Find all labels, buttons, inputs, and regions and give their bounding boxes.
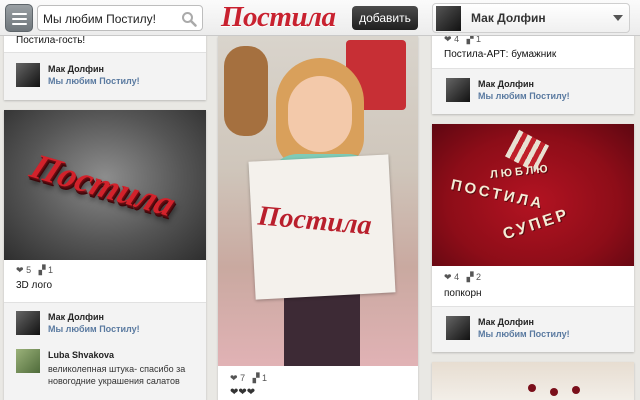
comment: Мак Долфин Мы любим Постилу!: [432, 68, 634, 114]
user-name: Мак Долфин: [471, 11, 546, 25]
pin-image[interactable]: [432, 362, 634, 400]
comment-text: Мы любим Постилу!: [478, 329, 570, 339]
avatar[interactable]: [446, 316, 470, 340]
pin-image[interactable]: Постила: [4, 110, 206, 260]
popcorn-word: ПОСТИЛА: [449, 176, 546, 213]
search-box[interactable]: Мы любим Постилу!: [37, 5, 203, 31]
avatar: [436, 6, 461, 31]
pin-image[interactable]: ЛЮБЛЮ ПОСТИЛА СУПЕР: [432, 124, 634, 266]
pin-stats: ❤ 4 ▞ 2: [444, 272, 481, 283]
pin-caption: Постила-гость!: [16, 35, 86, 46]
repost-icon[interactable]: ▞: [39, 265, 46, 275]
comment-text: Мы любим Постилу!: [478, 91, 570, 101]
comment-text: Мы любим Постилу!: [48, 324, 140, 334]
background-toy: [224, 46, 268, 136]
likes-count: 5: [26, 265, 32, 275]
pin-stats: ❤ 7 ▞ 1: [230, 373, 267, 384]
pin-stats: ❤ 5 ▞ 1: [16, 265, 53, 276]
reposts-count: 1: [48, 265, 54, 275]
comment-author[interactable]: Мак Долфин: [478, 317, 534, 327]
avatar[interactable]: [16, 311, 40, 335]
chevron-down-icon[interactable]: [613, 15, 623, 21]
sign-text: Постила: [256, 200, 373, 242]
comment: Мак Долфин Мы любим Постилу!: [432, 306, 634, 352]
cake-cherry: [528, 384, 536, 392]
paper-sign: Постила: [248, 154, 396, 300]
pin-caption: 3D лого: [16, 280, 53, 291]
reposts-count: 1: [262, 373, 268, 383]
pin-card: ❤ 4 ▞ 1 Постила-АРТ: бумажник Мак Долфин…: [432, 30, 634, 114]
heart-icon[interactable]: ❤: [230, 373, 238, 383]
comment: Мак Долфин Мы любим Постилу! Luba Shvako…: [4, 302, 206, 400]
pin-caption: Постила-АРТ: бумажник: [444, 49, 557, 60]
pin-card: ЛЮБЛЮ ПОСТИЛА СУПЕР ❤ 4 ▞ 2 попкорн Мак …: [432, 124, 634, 352]
repost-icon[interactable]: ▞: [253, 373, 260, 383]
girl-pants: [284, 294, 360, 366]
cake-cherry: [550, 388, 558, 396]
pin-image[interactable]: Постила: [218, 36, 418, 366]
avatar[interactable]: [16, 349, 40, 373]
comment-author[interactable]: Мак Долфин: [478, 79, 534, 89]
pin-card: Постила-гость! Мак Долфин Мы любим Пости…: [4, 30, 206, 100]
comment-author[interactable]: Мак Долфин: [48, 312, 104, 322]
pin-caption: ❤❤❤: [230, 387, 256, 398]
pin-card: [432, 362, 634, 400]
repost-icon[interactable]: ▞: [467, 272, 474, 282]
menu-button[interactable]: [5, 4, 33, 32]
girl-face: [288, 76, 352, 152]
heart-icon[interactable]: ❤: [444, 272, 452, 282]
comment-author[interactable]: Luba Shvakova: [48, 350, 114, 360]
popcorn-word: ЛЮБЛЮ: [489, 162, 552, 182]
comment: Мак Долфин Мы любим Постилу!: [4, 52, 206, 100]
search-icon[interactable]: [181, 11, 197, 27]
likes-count: 7: [240, 373, 246, 383]
user-menu[interactable]: Мак Долфин: [432, 3, 630, 33]
heart-icon[interactable]: ❤: [16, 265, 24, 275]
search-input[interactable]: Мы любим Постилу!: [43, 12, 156, 26]
add-button[interactable]: добавить: [352, 6, 418, 30]
pin-caption: попкорн: [444, 288, 482, 299]
likes-count: 4: [454, 272, 460, 282]
avatar[interactable]: [16, 63, 40, 87]
pin-card: Постила ❤ 5 ▞ 1 3D лого Мак Долфин Мы лю…: [4, 110, 206, 400]
comment-author[interactable]: Мак Долфин: [48, 64, 104, 74]
avatar[interactable]: [446, 78, 470, 102]
reposts-count: 2: [476, 272, 482, 282]
site-logo[interactable]: Постила: [221, 1, 336, 34]
cake-cherry: [572, 386, 580, 394]
pin-card: Постила ❤ 7 ▞ 1 ❤❤❤: [218, 36, 418, 400]
comment-text: Мы любим Постилу!: [48, 76, 140, 86]
top-bar: Мы любим Постилу! Постила добавить Мак Д…: [0, 0, 640, 36]
logo-3d-image-text: Постила: [24, 146, 182, 224]
comment-text: великолепная штука- спасибо за новогодни…: [48, 364, 186, 386]
